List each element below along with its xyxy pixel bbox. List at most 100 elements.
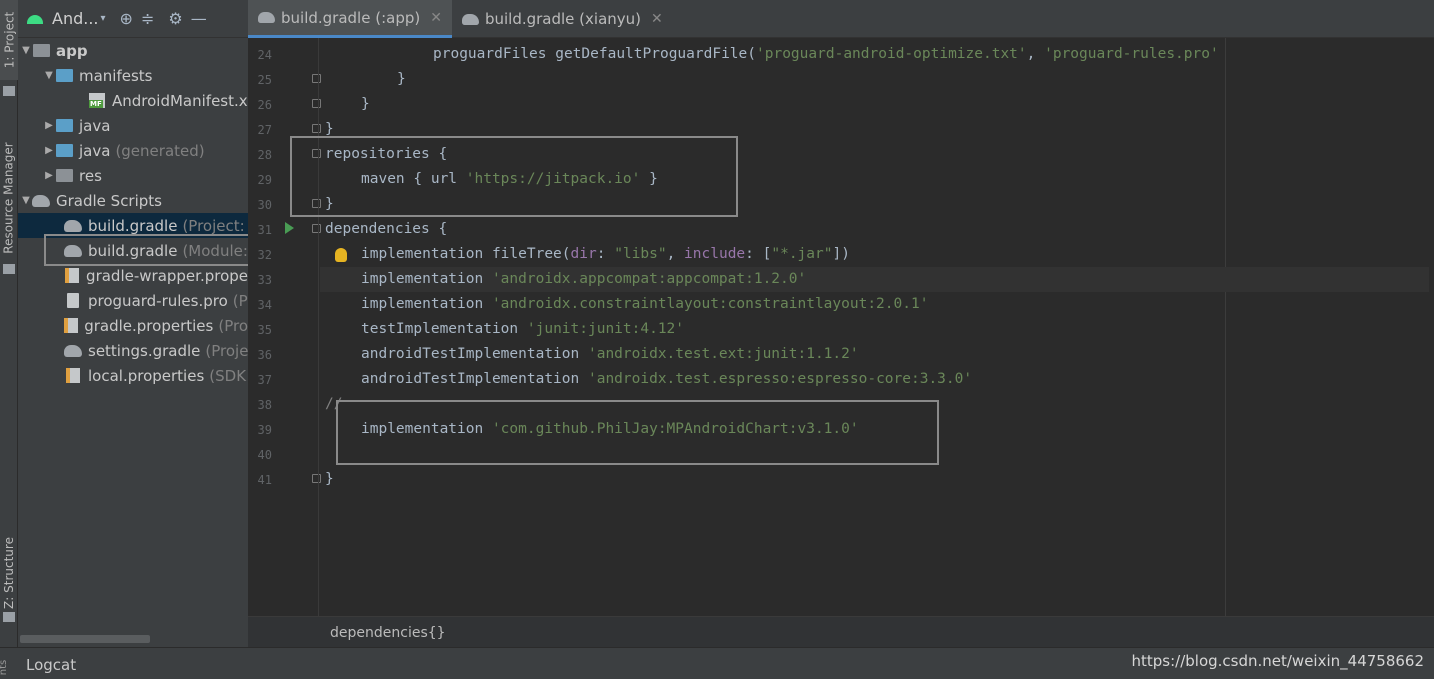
manifest-file-icon (88, 93, 106, 109)
properties-file-icon (64, 318, 79, 334)
fold-marker-icon[interactable] (312, 124, 321, 133)
tool-tab-project[interactable]: 1: Project (0, 0, 18, 80)
line-number: 27 (257, 123, 272, 137)
tree-item-sublabel: (generated) (115, 141, 205, 160)
tab-label: build.gradle (xianyu) (484, 10, 642, 28)
tab-label: build.gradle (:app) (281, 8, 421, 27)
editor: build.gradle (:app) ✕ build.gradle (xian… (248, 0, 1434, 647)
line-number: 36 (257, 348, 272, 362)
tree-item-label: java (79, 116, 111, 135)
code-line-36: androidTestImplementation 'androidx.test… (361, 346, 859, 362)
folder-icon (55, 68, 73, 84)
tree-item-gradle-scripts[interactable]: ▼ Gradle Scripts (18, 188, 248, 213)
tree-item-java-generated[interactable]: ▶ java (generated) (18, 138, 248, 163)
tree-item-label: manifests (79, 66, 153, 85)
breadcrumb-bar: dependencies{} (248, 616, 1434, 647)
code-line-26: } (361, 96, 370, 112)
tree-item-proguard-rules[interactable]: proguard-rules.pro (P (18, 288, 248, 313)
tool-tab-events[interactable]: nts (0, 660, 9, 675)
line-number: 24 (257, 48, 272, 62)
collapsed-arrow-icon[interactable]: ▶ (43, 120, 55, 131)
tab-build-gradle-xianyu[interactable]: build.gradle (xianyu) ✕ (452, 0, 673, 38)
collapsed-arrow-icon[interactable]: ▶ (43, 145, 55, 156)
tool-tab-resource-label: Resource Manager (2, 141, 17, 254)
line-number: 37 (257, 373, 272, 387)
code-line-24: proguardFiles getDefaultProguardFile('pr… (433, 46, 1219, 62)
close-icon[interactable]: ✕ (430, 10, 442, 26)
code-area[interactable]: proguardFiles getDefaultProguardFile('pr… (320, 38, 1434, 616)
tree-item-gradle-wrapper[interactable]: gradle-wrapper.prope (18, 263, 248, 288)
tool-window-strip: 1: Project Resource Manager Z: Structure (0, 0, 18, 647)
expanded-arrow-icon[interactable]: ▼ (20, 195, 32, 206)
gutter-divider (318, 38, 319, 616)
module-folder-icon (32, 43, 50, 59)
properties-file-icon (64, 268, 80, 284)
locate-icon[interactable]: ⊕ (120, 9, 133, 28)
line-number: 34 (257, 298, 272, 312)
line-number: 26 (257, 98, 272, 112)
tree-item-label: local.properties (88, 366, 205, 385)
highlight-box-repositories (290, 136, 738, 217)
gear-icon[interactable]: ⚙ (168, 9, 182, 28)
tool-tab-resource-manager[interactable]: Resource Manager (0, 130, 18, 265)
project-panel-header: And... ▾ ⊕ ≑ ⚙ — (18, 0, 248, 38)
tree-item-gradle-properties[interactable]: gradle.properties (Pro (18, 313, 248, 338)
structure-icon (3, 612, 15, 622)
tree-item-res[interactable]: ▶ res (18, 163, 248, 188)
tree-item-app[interactable]: ▼ app (18, 38, 248, 63)
tool-tab-structure[interactable]: Z: Structure (0, 525, 18, 620)
gradle-elephant-icon (32, 193, 50, 209)
collapse-all-icon[interactable]: ≑ (141, 9, 154, 28)
tree-item-settings-gradle[interactable]: settings.gradle (Proje (18, 338, 248, 363)
code-line-31: dependencies { (325, 221, 448, 237)
line-gutter[interactable]: 24 25 26 27 28 29 30 31 32 33 34 35 36 3… (248, 38, 321, 616)
tool-tab-structure-label: Z: Structure (2, 536, 16, 609)
gradle-elephant-icon (64, 343, 82, 359)
line-number: 39 (257, 423, 272, 437)
run-icon[interactable] (285, 222, 294, 234)
tree-item-label: gradle-wrapper.prope (86, 266, 248, 285)
collapsed-arrow-icon[interactable]: ▶ (43, 170, 55, 181)
editor-tabs: build.gradle (:app) ✕ build.gradle (xian… (248, 0, 1434, 38)
expanded-arrow-icon[interactable]: ▼ (20, 45, 32, 56)
minimize-icon[interactable]: — (191, 9, 207, 28)
tree-item-manifests[interactable]: ▼ manifests (18, 63, 248, 88)
tree-item-androidmanifest[interactable]: AndroidManifest.x (18, 88, 248, 113)
tree-item-sublabel: (SDK (209, 366, 247, 385)
fold-marker-icon[interactable] (312, 74, 321, 83)
gradle-elephant-icon (64, 218, 82, 234)
watermark-text: https://blog.csdn.net/weixin_44758662 (1131, 652, 1424, 670)
tree-item-label: AndroidManifest.x (112, 91, 248, 110)
tree-item-local-properties[interactable]: local.properties (SDK (18, 363, 248, 388)
highlight-box-mpandroidchart (336, 400, 939, 465)
tree-item-sublabel: (P (232, 291, 248, 310)
tree-item-label: gradle.properties (84, 316, 214, 335)
tab-build-gradle-app[interactable]: build.gradle (:app) ✕ (248, 0, 452, 38)
line-number: 25 (257, 73, 272, 87)
chevron-down-icon[interactable]: ▾ (101, 13, 106, 24)
line-number: 35 (257, 323, 272, 337)
tree-item-label: build.gradle (88, 216, 178, 235)
tool-tab-logcat[interactable]: Logcat (26, 656, 76, 674)
folder-icon (55, 118, 73, 134)
code-line-25: } (397, 71, 406, 87)
line-number: 32 (257, 248, 272, 262)
fold-marker-icon[interactable] (312, 99, 321, 108)
android-icon (26, 13, 44, 25)
horizontal-scrollbar[interactable] (20, 635, 150, 643)
close-icon[interactable]: ✕ (651, 11, 663, 27)
bottom-tool-bar: nts Logcat https://blog.csdn.net/weixin_… (0, 647, 1434, 679)
tree-item-java[interactable]: ▶ java (18, 113, 248, 138)
line-number: 38 (257, 398, 272, 412)
breadcrumb[interactable]: dependencies{} (330, 625, 446, 641)
line-number: 28 (257, 148, 272, 162)
folder-icon (3, 86, 15, 96)
fold-marker-icon[interactable] (312, 474, 321, 483)
highlight-box-module-gradle (44, 234, 248, 266)
project-view-selector[interactable]: And... (52, 9, 99, 28)
expanded-arrow-icon[interactable]: ▼ (43, 70, 55, 81)
fold-marker-icon[interactable] (312, 224, 321, 233)
line-number: 40 (257, 448, 272, 462)
text-file-icon (64, 293, 82, 309)
project-panel: And... ▾ ⊕ ≑ ⚙ — ▼ app ▼ manifests Andro… (18, 0, 248, 647)
